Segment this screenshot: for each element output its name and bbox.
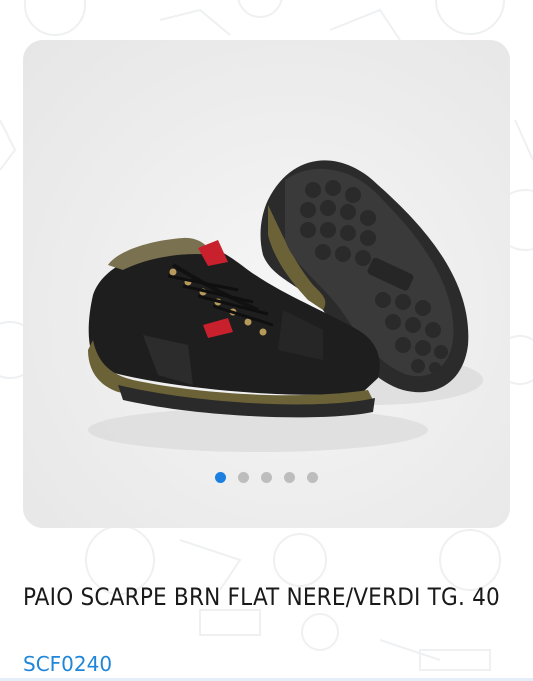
carousel-dot-5[interactable] bbox=[307, 472, 318, 483]
product-sku: SCF0240 bbox=[23, 652, 113, 676]
carousel-dot-3[interactable] bbox=[261, 472, 272, 483]
product-image[interactable] bbox=[23, 40, 510, 528]
product-title: PAIO SCARPE BRN FLAT NERE/VERDI TG. 40 bbox=[23, 583, 500, 611]
carousel-dot-1[interactable] bbox=[215, 472, 226, 483]
product-image-card[interactable] bbox=[23, 40, 510, 528]
carousel-dot-2[interactable] bbox=[238, 472, 249, 483]
carousel-dot-4[interactable] bbox=[284, 472, 295, 483]
carousel-indicators bbox=[23, 472, 510, 483]
